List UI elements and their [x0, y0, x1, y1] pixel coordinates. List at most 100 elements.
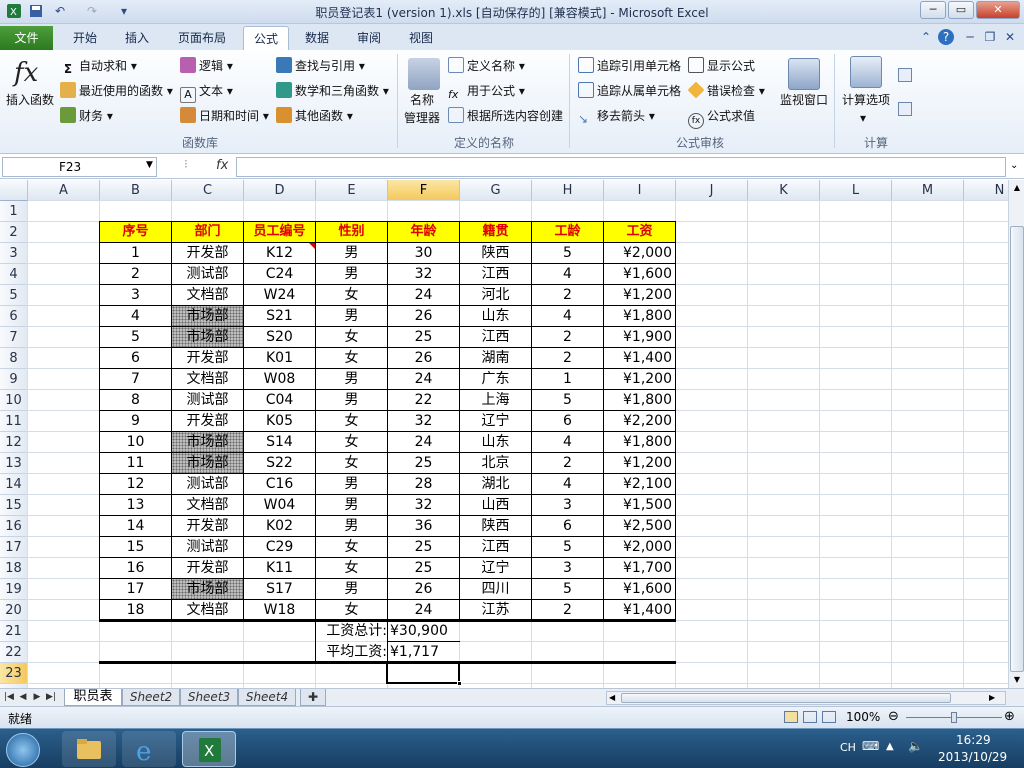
table-cell[interactable]: K02	[244, 516, 315, 536]
minimize-button[interactable]: ─	[920, 1, 946, 19]
table-cell[interactable]: 女	[316, 285, 387, 305]
horizontal-scroll-thumb[interactable]	[621, 693, 951, 703]
minimize-ribbon-icon[interactable]: ⌃	[918, 29, 934, 45]
table-cell[interactable]: 12	[100, 474, 171, 494]
table-cell[interactable]: 男	[316, 369, 387, 389]
clock-date[interactable]: 2013/10/29	[938, 750, 1007, 764]
table-cell[interactable]: 开发部	[172, 243, 243, 263]
table-cell[interactable]: 4	[532, 264, 603, 284]
row-header-5[interactable]: 5	[0, 285, 28, 306]
vertical-scroll-thumb[interactable]	[1010, 226, 1024, 672]
keyboard-icon[interactable]: ⌨	[862, 739, 879, 753]
calculate-now-icon[interactable]	[898, 68, 912, 82]
table-cell[interactable]: 25	[388, 558, 459, 578]
scroll-down-icon[interactable]: ▼	[1011, 674, 1023, 686]
table-cell[interactable]: 文档部	[172, 600, 243, 620]
table-cell[interactable]: 开发部	[172, 516, 243, 536]
autosum-button[interactable]: Σ 自动求和 ▾	[60, 56, 137, 76]
column-header-M[interactable]: M	[892, 180, 964, 201]
name-box-dropdown-icon[interactable]: ▼	[146, 160, 153, 170]
table-cell[interactable]: 4	[532, 474, 603, 494]
row-header-9[interactable]: 9	[0, 369, 28, 390]
table-cell[interactable]: 江西	[460, 537, 531, 557]
column-header-N[interactable]: N	[964, 180, 1008, 201]
table-cell[interactable]: 陕西	[460, 243, 531, 263]
table-cell[interactable]: 10	[100, 432, 171, 452]
table-cell[interactable]: 开发部	[172, 348, 243, 368]
calculation-options-arrow[interactable]: ▾	[860, 108, 866, 128]
table-cell[interactable]: 辽宁	[460, 558, 531, 578]
summary-value[interactable]: ¥30,900	[388, 621, 459, 641]
table-cell[interactable]: 文档部	[172, 495, 243, 515]
table-cell[interactable]: W24	[244, 285, 315, 305]
table-cell[interactable]: 女	[316, 348, 387, 368]
trace-dependents-button[interactable]: 追踪从属单元格	[578, 81, 681, 101]
table-cell[interactable]: ¥2,500	[604, 516, 675, 536]
tab-insert[interactable]: 插入	[114, 26, 160, 50]
table-cell[interactable]: S17	[244, 579, 315, 599]
volume-icon[interactable]: 🔈	[908, 739, 923, 753]
table-cell[interactable]: 4	[532, 432, 603, 452]
row-header-3[interactable]: 3	[0, 243, 28, 264]
row-header-11[interactable]: 11	[0, 411, 28, 432]
table-cell[interactable]: 22	[388, 390, 459, 410]
table-cell[interactable]: ¥1,800	[604, 432, 675, 452]
table-cell[interactable]: 市场部	[172, 579, 243, 599]
table-cell[interactable]: 1	[100, 243, 171, 263]
recent-functions-button[interactable]: 最近使用的函数 ▾	[60, 81, 173, 101]
row-header-17[interactable]: 17	[0, 537, 28, 558]
row-header-2[interactable]: 2	[0, 222, 28, 243]
table-cell[interactable]: 13	[100, 495, 171, 515]
table-cell[interactable]: ¥2,000	[604, 537, 675, 557]
table-cell[interactable]: 测试部	[172, 264, 243, 284]
table-cell[interactable]: C24	[244, 264, 315, 284]
table-cell[interactable]: 男	[316, 264, 387, 284]
insert-function-fx-icon[interactable]: fx	[216, 158, 228, 173]
table-header-cell[interactable]: 序号	[100, 222, 171, 242]
table-cell[interactable]: S21	[244, 306, 315, 326]
table-cell[interactable]: 32	[388, 411, 459, 431]
table-cell[interactable]: 文档部	[172, 285, 243, 305]
datetime-button[interactable]: 日期和时间 ▾	[180, 106, 269, 126]
insert-function-button[interactable]: 插入函数	[6, 90, 54, 110]
column-header-A[interactable]: A	[28, 180, 100, 201]
formula-input[interactable]	[236, 157, 1006, 177]
table-cell[interactable]: 女	[316, 411, 387, 431]
table-cell[interactable]: K01	[244, 348, 315, 368]
table-header-cell[interactable]: 工龄	[532, 222, 603, 242]
scroll-up-icon[interactable]: ▲	[1011, 182, 1023, 194]
table-cell[interactable]: K12	[244, 243, 315, 263]
remove-arrows-button[interactable]: ↘ 移去箭头 ▾	[578, 106, 655, 126]
table-header-cell[interactable]: 员工编号	[244, 222, 315, 242]
table-cell[interactable]: 男	[316, 495, 387, 515]
table-cell[interactable]: 女	[316, 558, 387, 578]
table-cell[interactable]: 男	[316, 243, 387, 263]
table-cell[interactable]: 广东	[460, 369, 531, 389]
tab-view[interactable]: 视图	[400, 26, 442, 50]
table-cell[interactable]: 女	[316, 600, 387, 620]
excel-taskbar-icon[interactable]: X	[182, 731, 236, 767]
row-header-19[interactable]: 19	[0, 579, 28, 600]
summary-label[interactable]: 工资总计:	[316, 621, 387, 641]
table-cell[interactable]: C04	[244, 390, 315, 410]
table-cell[interactable]: 男	[316, 306, 387, 326]
table-cell[interactable]: ¥1,500	[604, 495, 675, 515]
table-cell[interactable]: C29	[244, 537, 315, 557]
table-cell[interactable]: S14	[244, 432, 315, 452]
table-cell[interactable]: 市场部	[172, 453, 243, 473]
table-cell[interactable]: 湖北	[460, 474, 531, 494]
table-cell[interactable]: 山西	[460, 495, 531, 515]
table-cell[interactable]: 36	[388, 516, 459, 536]
other-functions-button[interactable]: 其他函数 ▾	[276, 106, 353, 126]
table-cell[interactable]: 2	[532, 327, 603, 347]
text-button[interactable]: A 文本 ▾	[180, 81, 233, 103]
table-cell[interactable]: 25	[388, 537, 459, 557]
row-header-4[interactable]: 4	[0, 264, 28, 285]
table-cell[interactable]: 32	[388, 495, 459, 515]
table-cell[interactable]: 3	[532, 558, 603, 578]
column-header-B[interactable]: B	[100, 180, 172, 201]
error-check-button[interactable]: 错误检查 ▾	[687, 81, 765, 101]
next-sheet-icon[interactable]: ▶	[32, 691, 42, 704]
start-button-icon[interactable]	[6, 733, 40, 767]
row-header-1[interactable]: 1	[0, 201, 28, 222]
